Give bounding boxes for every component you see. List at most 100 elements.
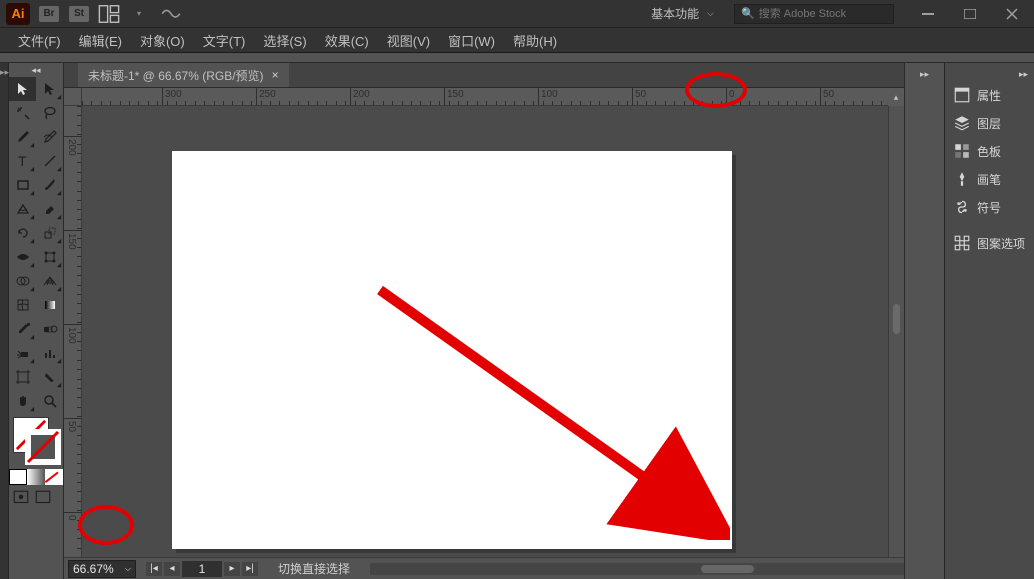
ruler-horizontal[interactable]: 30025020015010050050 [82,88,888,106]
minimize-button[interactable] [914,6,942,22]
fill-stroke-control[interactable] [9,417,63,465]
brushes-icon [953,170,971,188]
search-box[interactable]: 🔍 [734,4,894,24]
document-tab-label: 未标题-1* @ 66.67% (RGB/预览) [88,67,264,84]
eyedropper-tool[interactable] [9,317,36,341]
slice-tool[interactable] [36,365,63,389]
chevron-down-icon: ⌵ [125,564,131,574]
none-mode-button[interactable] [45,469,63,485]
panel-pattern-options[interactable]: 图案选项 [945,229,1034,257]
shaper-tool[interactable] [9,197,36,221]
menu-help[interactable]: 帮助(H) [505,28,565,53]
maximize-button[interactable] [956,6,984,22]
stock-icon[interactable]: St [68,5,90,23]
swatches-icon [953,142,971,160]
menu-select[interactable]: 选择(S) [255,28,314,53]
rectangle-tool[interactable] [9,173,36,197]
artboard-tool[interactable] [9,365,36,389]
menu-effect[interactable]: 效果(C) [317,28,377,53]
scrollbar-thumb[interactable] [893,304,900,334]
paintbrush-tool[interactable] [36,173,63,197]
panel-layers[interactable]: 图层 [945,109,1034,137]
workspace-switcher[interactable]: 基本功能 ⌵ [641,3,724,24]
eraser-tool[interactable] [36,197,63,221]
search-input[interactable] [759,8,887,20]
chevron-down-icon: ⌵ [707,8,714,19]
gradient-tool[interactable] [36,293,63,317]
draw-normal-button[interactable] [12,489,30,505]
menu-window[interactable]: 窗口(W) [440,28,503,53]
search-icon: 🔍 [741,7,755,20]
scrollbar-thumb[interactable] [701,565,754,573]
blend-tool[interactable] [36,317,63,341]
horizontal-scrollbar[interactable] [370,563,904,575]
svg-text:T: T [18,153,27,169]
menu-object[interactable]: 对象(O) [132,28,193,53]
toolbar: ◂◂ T [9,63,64,579]
stroke-swatch[interactable] [25,429,61,465]
lasso-tool[interactable] [36,101,63,125]
expand-dock-icon[interactable]: ▸▸ [0,63,9,81]
properties-icon [953,86,971,104]
document-tab[interactable]: 未标题-1* @ 66.67% (RGB/预览) × [78,63,289,87]
panel-label: 属性 [977,87,1001,104]
arrange-documents-icon[interactable] [98,5,120,23]
rotate-tool[interactable] [9,221,36,245]
zoom-level[interactable]: 66.67% ⌵ [68,560,136,578]
curvature-tool[interactable] [36,125,63,149]
screen-mode-button[interactable] [34,489,52,505]
line-segment-tool[interactable] [36,149,63,173]
color-mode-row [9,469,63,485]
next-artboard-button[interactable]: ▸ [224,562,240,576]
ruler-vertical[interactable]: 200150100500 [64,106,82,557]
first-artboard-button[interactable]: |◂ [146,562,162,576]
zoom-tool[interactable] [36,389,63,413]
status-bar: 66.67% ⌵ |◂ ◂ 1 ▸ ▸| 切换直接选择 [64,557,904,579]
ruler-origin[interactable] [64,88,82,106]
hand-tool[interactable] [9,389,36,413]
vertical-scrollbar[interactable] [888,106,904,557]
right-icon-strip: ▸▸ [904,63,944,579]
pen-tool[interactable] [9,125,36,149]
panel-brushes[interactable]: 画笔 [945,165,1034,193]
menu-type[interactable]: 文字(T) [195,28,254,53]
column-graph-tool[interactable] [36,341,63,365]
menu-file[interactable]: 文件(F) [10,28,69,53]
dropdown-icon[interactable]: ▾ [128,5,150,23]
menu-view[interactable]: 视图(V) [379,28,438,53]
close-button[interactable] [998,6,1026,22]
magic-wand-tool[interactable] [9,101,36,125]
free-transform-tool[interactable] [36,245,63,269]
bridge-icon[interactable]: Br [38,5,60,23]
control-bar [0,53,1034,63]
scroll-up-button[interactable]: ▴ [888,88,904,106]
selection-tool[interactable] [9,77,36,101]
panel-symbols[interactable]: 符号 [945,193,1034,221]
perspective-grid-tool[interactable] [36,269,63,293]
collapse-toolbar-icon[interactable]: ◂◂ [9,63,63,77]
panel-swatches[interactable]: 色板 [945,137,1034,165]
shape-builder-tool[interactable] [9,269,36,293]
symbol-sprayer-tool[interactable] [9,341,36,365]
panel-properties[interactable]: 属性 [945,81,1034,109]
gradient-mode-button[interactable] [27,469,45,485]
close-tab-icon[interactable]: × [272,68,279,82]
document-tabs: 未标题-1* @ 66.67% (RGB/预览) × [64,63,904,88]
gpu-icon[interactable] [160,5,182,23]
artboard[interactable] [172,151,732,549]
scale-tool[interactable] [36,221,63,245]
collapse-panels-icon[interactable]: ▸▸ [945,69,1034,81]
mesh-tool[interactable] [9,293,36,317]
color-mode-button[interactable] [9,469,27,485]
menu-edit[interactable]: 编辑(E) [71,28,130,53]
collapse-right-icon[interactable]: ▸▸ [905,69,944,81]
prev-artboard-button[interactable]: ◂ [164,562,180,576]
canvas-viewport[interactable] [82,106,888,557]
direct-selection-tool[interactable] [36,77,63,101]
left-dock-strip[interactable]: ▸▸ [0,63,9,579]
last-artboard-button[interactable]: ▸| [242,562,258,576]
type-tool[interactable]: T [9,149,36,173]
app-logo: Ai [6,3,30,25]
width-tool[interactable] [9,245,36,269]
artboard-number[interactable]: 1 [182,561,222,577]
